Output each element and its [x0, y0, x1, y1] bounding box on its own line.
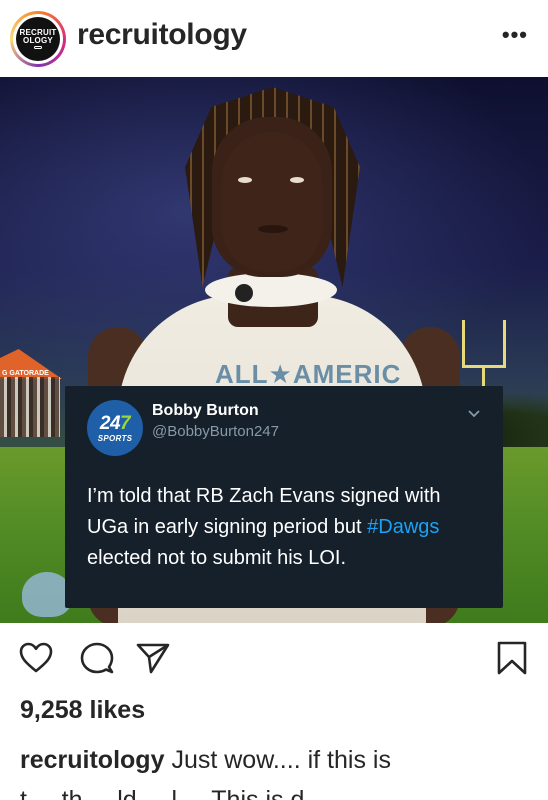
- player-left-eye: [238, 177, 252, 183]
- player-mouth: [258, 225, 288, 233]
- post-caption: recruitology Just wow.... if this is: [20, 746, 540, 775]
- heart-icon[interactable]: [18, 640, 54, 676]
- chevron-down-icon: [467, 406, 481, 422]
- post-header: RECRUIT OLOGY recruitology •••: [0, 0, 548, 76]
- comment-icon[interactable]: [79, 640, 115, 676]
- brand-logo-icon: [235, 284, 253, 302]
- avatar-text-line2: OLOGY: [23, 35, 53, 45]
- tent-label: G GATORADE: [2, 370, 49, 377]
- football-icon: [34, 46, 42, 50]
- avatar-sports: SPORTS: [97, 433, 133, 443]
- player-face: [222, 132, 322, 272]
- caption-cut-line: t ... th ... ld ... l ... This is d: [20, 786, 305, 800]
- tweet-display-name: Bobby Burton: [152, 402, 259, 419]
- bookmark-icon[interactable]: [494, 640, 530, 676]
- tweet-text-after: elected not to submit his LOI.: [87, 547, 347, 569]
- username-link[interactable]: recruitology: [77, 18, 247, 52]
- tweet-handle: @BobbyBurton247: [152, 423, 279, 440]
- jersey-collar: [205, 273, 337, 307]
- tweet-text: I’m told that RB Zach Evans signed with …: [87, 481, 487, 574]
- caption-text: Just wow.... if this is: [171, 746, 391, 774]
- action-bar: [0, 632, 548, 688]
- like-count[interactable]: 9,258 likes: [20, 696, 145, 725]
- sideline-crowd: [0, 377, 60, 437]
- tweet-card: 247 SPORTS Bobby Burton @BobbyBurton247 …: [65, 386, 503, 608]
- avatar-num-b: 7: [120, 412, 131, 434]
- paper-plane-icon[interactable]: [135, 640, 171, 676]
- goal-post: [462, 320, 506, 390]
- more-options-icon[interactable]: •••: [502, 22, 528, 48]
- player-right-eye: [290, 177, 304, 183]
- tweet-hashtag: #Dawgs: [367, 516, 440, 538]
- avatar-logo: RECRUIT OLOGY: [16, 17, 60, 61]
- profile-avatar[interactable]: RECRUIT OLOGY: [10, 11, 66, 67]
- tweet-avatar: 247 SPORTS: [87, 400, 143, 456]
- avatar-num-a: 24: [99, 412, 121, 434]
- caption-username[interactable]: recruitology: [20, 746, 164, 774]
